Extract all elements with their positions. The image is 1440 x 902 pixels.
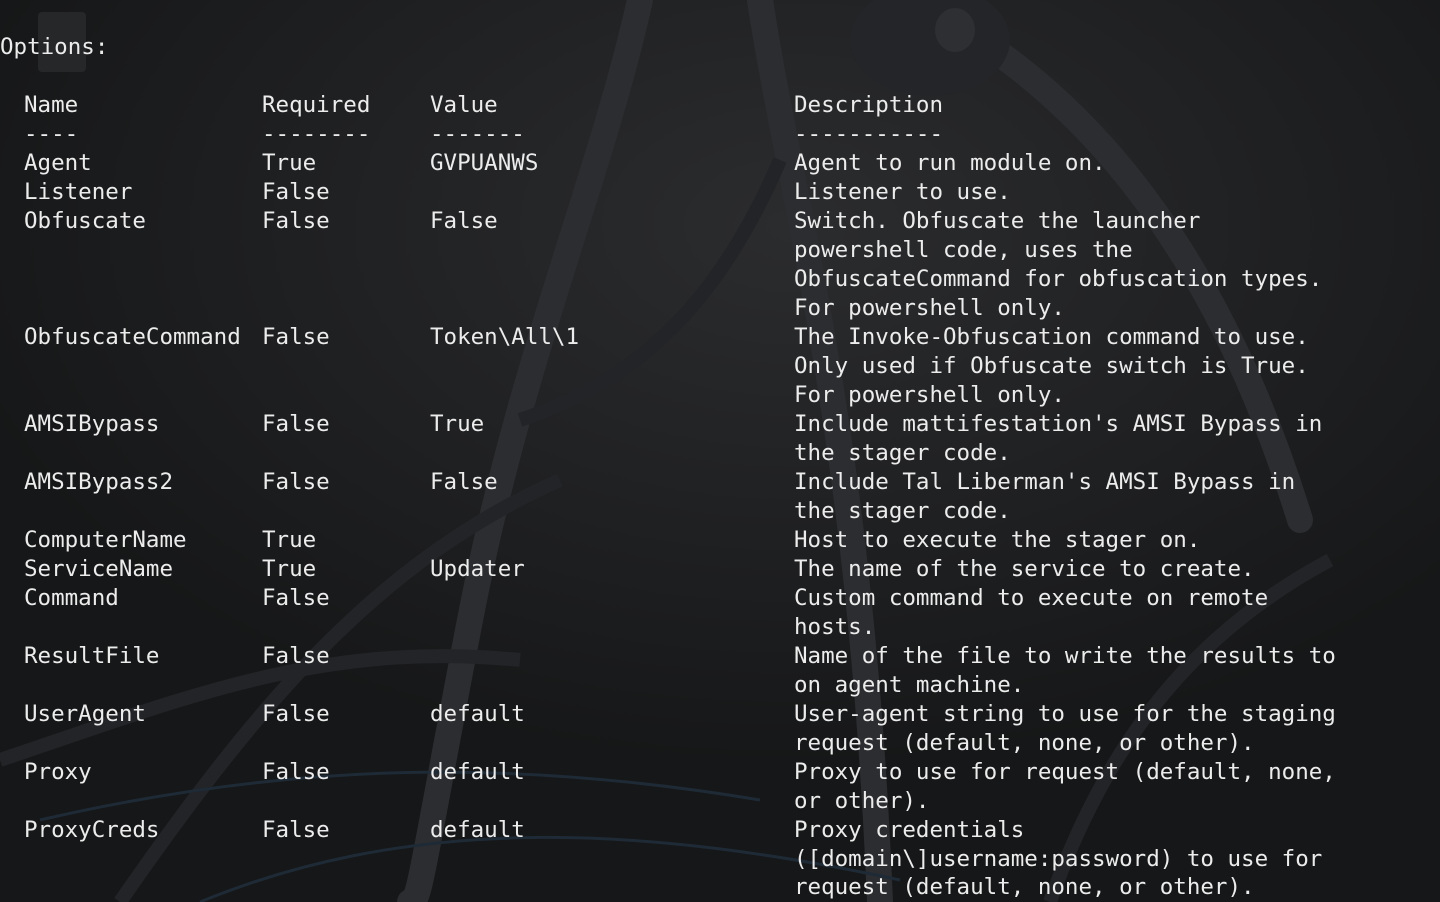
option-required: False <box>262 179 330 205</box>
terminal-output: Options: Name Required Value Description… <box>0 0 1440 902</box>
option-description: ([domain\]username:password) to use for <box>794 846 1323 872</box>
option-name: AMSIBypass <box>24 411 160 437</box>
option-description: Proxy to use for request (default, none, <box>794 759 1336 785</box>
option-value: False <box>430 469 498 495</box>
option-name: Listener <box>24 179 133 205</box>
option-required: False <box>262 585 330 611</box>
option-description: The Invoke-Obfuscation command to use. <box>794 324 1309 350</box>
option-description: For powershell only. <box>794 382 1065 408</box>
option-value: False <box>430 208 498 234</box>
option-required: True <box>262 556 317 582</box>
column-underline-description: ----------- <box>794 121 944 147</box>
option-value: Token\All\1 <box>430 324 580 350</box>
option-required: False <box>262 324 330 350</box>
option-description: For powershell only. <box>794 295 1065 321</box>
option-description: Custom command to execute on remote <box>794 585 1269 611</box>
option-name: Proxy <box>24 759 92 785</box>
option-description: hosts. <box>794 614 876 640</box>
option-description: The name of the service to create. <box>794 556 1255 582</box>
option-required: True <box>262 150 317 176</box>
option-description: Host to execute the stager on. <box>794 527 1201 553</box>
option-description: User-agent string to use for the staging <box>794 701 1336 727</box>
option-value: GVPUANWS <box>430 150 539 176</box>
option-name: ResultFile <box>24 643 160 669</box>
option-description: Agent to run module on. <box>794 150 1106 176</box>
option-required: False <box>262 817 330 843</box>
option-value: default <box>430 759 525 785</box>
column-underline-required: -------- <box>262 121 371 147</box>
option-name: ServiceName <box>24 556 174 582</box>
option-description: Proxy credentials <box>794 817 1025 843</box>
option-value: default <box>430 701 525 727</box>
option-value: True <box>430 411 485 437</box>
option-description: request (default, none, or other). <box>794 730 1255 756</box>
option-required: False <box>262 469 330 495</box>
option-description: Only used if Obfuscate switch is True. <box>794 353 1309 379</box>
column-header-description: Description <box>794 92 944 118</box>
option-required: False <box>262 759 330 785</box>
option-description: ObfuscateCommand for obfuscation types. <box>794 266 1323 292</box>
option-description: on agent machine. <box>794 672 1025 698</box>
column-underline-name: ---- <box>24 121 79 147</box>
option-description: Include Tal Liberman's AMSI Bypass in <box>794 469 1296 495</box>
option-name: Command <box>24 585 119 611</box>
column-underline-value: ------- <box>430 121 525 147</box>
option-name: Agent <box>24 150 92 176</box>
option-description: or other). <box>794 788 930 814</box>
column-header-value: Value <box>430 92 498 118</box>
option-description: Name of the file to write the results to <box>794 643 1336 669</box>
option-name: ProxyCreds <box>24 817 160 843</box>
column-header-required: Required <box>262 92 371 118</box>
option-value: default <box>430 817 525 843</box>
option-required: False <box>262 701 330 727</box>
option-name: ObfuscateCommand <box>24 324 241 350</box>
option-name: ComputerName <box>24 527 187 553</box>
option-name: AMSIBypass2 <box>24 469 174 495</box>
option-description: the stager code. <box>794 498 1011 524</box>
option-description: the stager code. <box>794 440 1011 466</box>
option-required: False <box>262 643 330 669</box>
option-description: Include mattifestation's AMSI Bypass in <box>794 411 1323 437</box>
option-value: Updater <box>430 556 525 582</box>
option-name: Obfuscate <box>24 208 146 234</box>
option-description: request (default, none, or other). <box>794 874 1255 900</box>
option-description: powershell code, uses the <box>794 237 1133 263</box>
option-name: UserAgent <box>24 701 146 727</box>
options-heading: Options: <box>0 34 109 60</box>
option-required: True <box>262 527 317 553</box>
option-required: False <box>262 411 330 437</box>
column-header-name: Name <box>24 92 79 118</box>
option-required: False <box>262 208 330 234</box>
option-description: Listener to use. <box>794 179 1011 205</box>
option-description: Switch. Obfuscate the launcher <box>794 208 1201 234</box>
